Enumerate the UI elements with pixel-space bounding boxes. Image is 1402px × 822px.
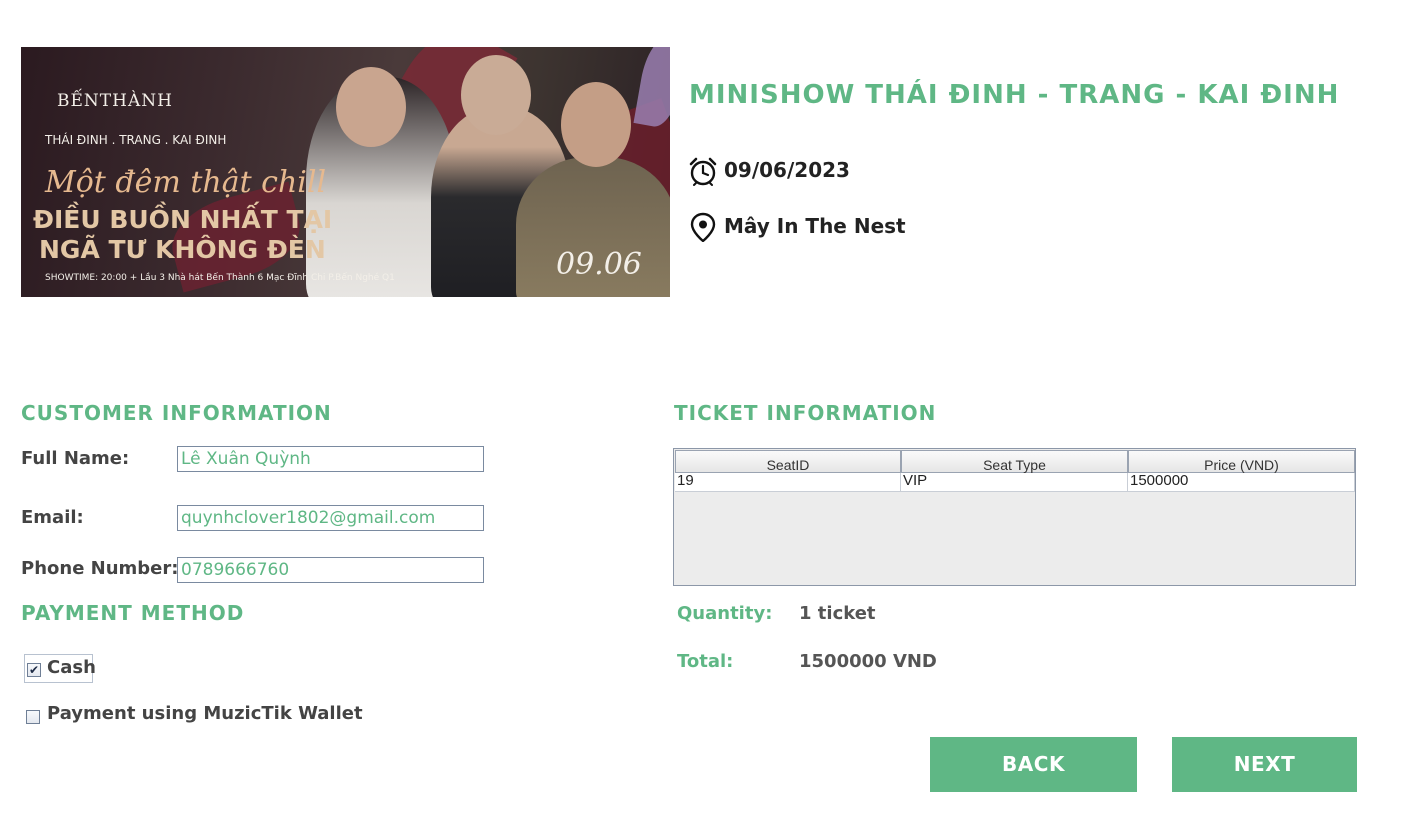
table-cell-seat-type[interactable]: VIP	[901, 473, 1128, 492]
location-pin-icon	[690, 212, 716, 243]
quantity-value: 1 ticket	[799, 603, 876, 624]
event-date-row	[688, 156, 718, 191]
ticket-table[interactable]: SeatID Seat Type Price (VND) 19 VIP 1500…	[673, 448, 1356, 586]
cash-option[interactable]: ✔ Cash	[24, 654, 96, 683]
customer-info-heading: CUSTOMER INFORMATION	[21, 401, 332, 425]
event-poster: BẾNTHÀNH THÁI ĐINH . TRANG . KAI ĐINH Mộ…	[21, 47, 670, 297]
poster-headline-1: ĐIỀU BUỒN NHẤT TẠI	[33, 205, 333, 234]
phone-field[interactable]: 0789666760	[177, 557, 484, 583]
poster-venue-logo: BẾNTHÀNH	[57, 91, 173, 111]
cash-checkbox[interactable]: ✔	[27, 663, 41, 677]
payment-method-heading: PAYMENT METHOD	[21, 601, 245, 625]
column-header-price[interactable]: Price (VND)	[1128, 450, 1355, 473]
phone-label: Phone Number:	[21, 558, 179, 579]
back-button[interactable]: BACK	[930, 737, 1137, 792]
column-header-seat-type[interactable]: Seat Type	[901, 450, 1128, 473]
wallet-label[interactable]: Payment using MuzicTik Wallet	[47, 703, 363, 724]
event-title: MINISHOW THÁI ĐINH - TRANG - KAI ĐINH	[689, 80, 1340, 110]
event-date: 09/06/2023	[724, 158, 850, 182]
table-cell-price[interactable]: 1500000	[1128, 473, 1355, 492]
cash-label[interactable]: Cash	[47, 657, 96, 678]
email-label: Email:	[21, 507, 84, 528]
poster-headline-2: NGÃ TƯ KHÔNG ĐÈN	[39, 235, 326, 264]
event-venue: Mây In The Nest	[724, 214, 906, 238]
total-value: 1500000 VND	[799, 651, 937, 672]
full-name-label: Full Name:	[21, 448, 130, 469]
full-name-field[interactable]: Lê Xuân Quỳnh	[177, 446, 484, 472]
ticket-info-heading: TICKET INFORMATION	[674, 401, 937, 425]
event-venue-row	[688, 212, 718, 247]
wallet-checkbox[interactable]	[26, 710, 40, 724]
next-button[interactable]: NEXT	[1172, 737, 1357, 792]
poster-showtime: SHOWTIME: 20:00 + Lầu 3 Nhà hát Bến Thàn…	[45, 273, 395, 283]
alarm-clock-icon	[689, 157, 717, 186]
column-header-seatid[interactable]: SeatID	[675, 450, 901, 473]
poster-artists: THÁI ĐINH . TRANG . KAI ĐINH	[45, 133, 227, 147]
quantity-label: Quantity:	[677, 603, 773, 624]
email-field[interactable]: quynhclover1802@gmail.com	[177, 505, 484, 531]
table-cell-seatid[interactable]: 19	[675, 473, 901, 492]
poster-script-line: Một đêm thật chill	[45, 165, 327, 200]
poster-date-badge: 09.06	[556, 247, 642, 282]
total-label: Total:	[677, 651, 734, 672]
